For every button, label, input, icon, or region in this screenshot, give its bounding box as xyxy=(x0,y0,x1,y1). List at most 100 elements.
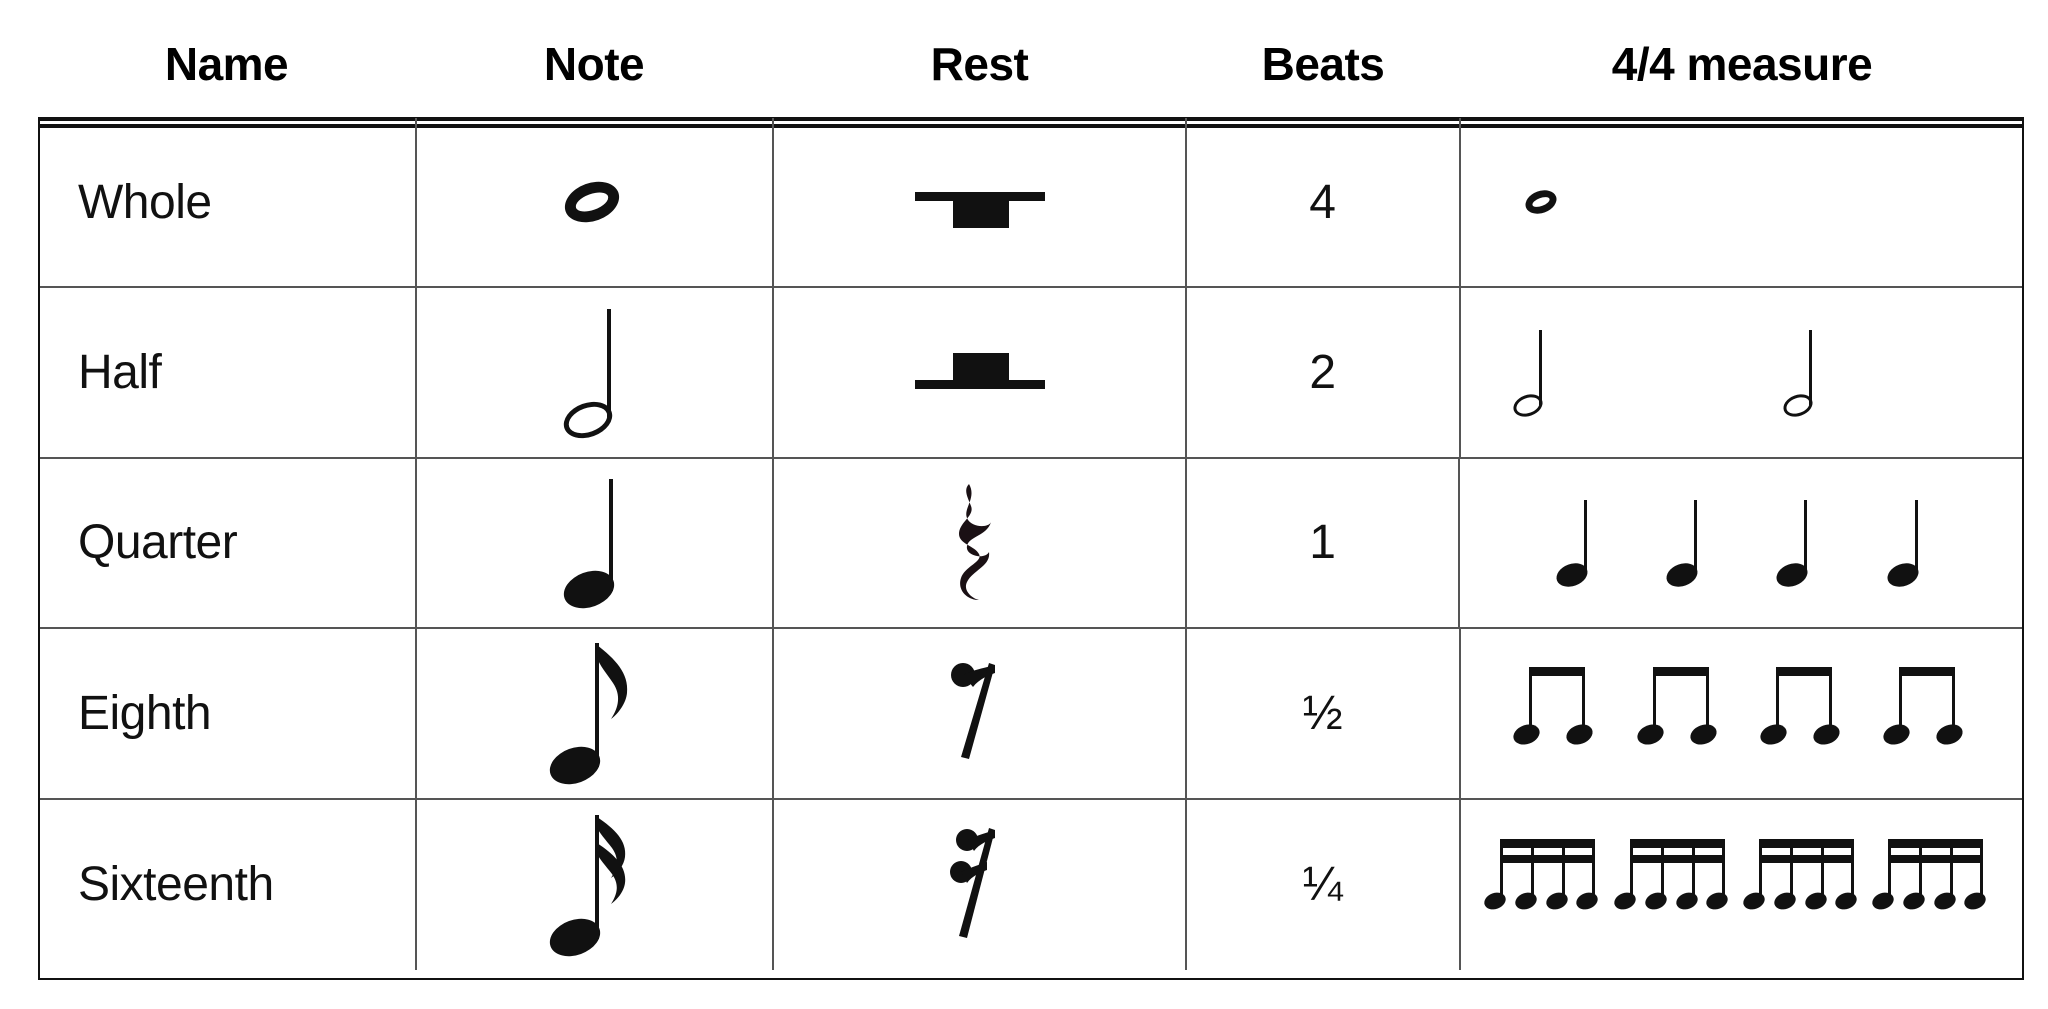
beamed-sixteenth-group xyxy=(1611,838,1732,931)
measure-quarter-note-icon xyxy=(1883,499,1927,591)
cell-note xyxy=(417,629,775,798)
note-stem xyxy=(1694,499,1698,574)
note-head xyxy=(1482,889,1509,913)
cell-note xyxy=(417,458,775,628)
note-stem xyxy=(1808,329,1812,405)
beamed-sixteenth-group xyxy=(1482,838,1602,931)
column-header-note: Note xyxy=(543,38,645,90)
cell-measure xyxy=(1461,800,2022,970)
note-head xyxy=(1574,889,1601,913)
note-head xyxy=(1962,889,1989,913)
cell-note xyxy=(417,118,775,287)
cell-beats: 4 xyxy=(1187,118,1461,287)
table-row: Quarter 1 xyxy=(40,458,2022,630)
cell-rest xyxy=(774,629,1187,798)
measure-half-note-icon xyxy=(1779,329,1823,421)
beats-value: 4 xyxy=(1309,175,1336,229)
beamed-eighth-pair xyxy=(1880,667,1966,759)
column-header-beats: Beats xyxy=(1261,38,1385,90)
whole-rest-icon xyxy=(914,174,1045,230)
cell-note xyxy=(417,799,775,970)
cell-measure xyxy=(1461,629,2022,797)
beats-value: 2 xyxy=(1309,346,1337,400)
cell-beats: 2 xyxy=(1187,288,1461,457)
note-head xyxy=(1521,186,1560,218)
beamed-eighth-pair xyxy=(1634,667,1719,759)
measure-quarter-note-icon xyxy=(1663,499,1706,591)
note-head xyxy=(1757,721,1790,749)
beam-primary xyxy=(1888,838,1984,848)
note-head xyxy=(1544,889,1571,913)
measure-quarter-note-icon xyxy=(1773,499,1816,591)
note-stem xyxy=(609,478,614,591)
table-body: Whole 4 Half 2 Quarter 1 Eighth ½ Sixtee… xyxy=(38,118,2024,980)
cell-name: Whole xyxy=(40,118,417,287)
cell-rest xyxy=(774,799,1187,970)
table-row: Whole 4 xyxy=(40,118,2022,289)
note-head xyxy=(1802,889,1830,913)
beats-value: 1 xyxy=(1309,516,1336,570)
beam-primary xyxy=(1500,838,1596,848)
note-stem xyxy=(1914,499,1918,574)
note-head xyxy=(1673,889,1700,913)
row-name-label: Sixteenth xyxy=(78,858,274,912)
cell-beats: 1 xyxy=(1187,458,1461,628)
sixteenth-rest-icon xyxy=(945,820,1015,950)
half-rest-icon xyxy=(914,345,1045,401)
sixteenth-note-icon xyxy=(545,814,639,963)
beamed-eighth-pair xyxy=(1757,667,1843,759)
note-head xyxy=(1901,889,1928,913)
beam xyxy=(1529,667,1586,677)
table-row: Sixteenth ¼ xyxy=(40,799,2022,970)
note-head xyxy=(1932,889,1959,913)
row-name-label: Eighth xyxy=(78,686,212,740)
beamed-eighth-pair xyxy=(1510,667,1596,759)
beam xyxy=(1652,667,1709,677)
note-head xyxy=(1642,889,1669,913)
table-header-row: Name Note Rest Beats 4/4 measure xyxy=(38,20,2024,108)
beam-primary xyxy=(1629,838,1725,848)
row-name-label: Half xyxy=(78,346,162,400)
cell-rest xyxy=(774,288,1187,457)
beam-secondary xyxy=(1758,854,1854,863)
note-head xyxy=(1563,721,1596,749)
beam-secondary xyxy=(1500,854,1596,863)
note-head xyxy=(1634,721,1666,749)
cell-rest xyxy=(774,458,1187,628)
cell-measure xyxy=(1461,288,2022,456)
note-flag xyxy=(597,645,628,720)
note-head xyxy=(1810,721,1843,749)
note-head xyxy=(1703,889,1730,913)
column-header-name: Name xyxy=(164,38,289,90)
note-head xyxy=(1933,721,1966,749)
column-header-measure: 4/4 measure xyxy=(1611,38,1873,90)
note-stem xyxy=(1583,499,1587,574)
half-note-icon xyxy=(559,308,625,445)
eighth-note-icon xyxy=(545,643,639,792)
beam-secondary xyxy=(1629,854,1725,863)
cell-name: Eighth xyxy=(40,629,417,798)
rest-block xyxy=(952,198,1009,229)
note-value-reference-table: Name Note Rest Beats 4/4 measure Whole 4… xyxy=(0,0,2048,1009)
note-stem xyxy=(1538,329,1542,405)
note-head xyxy=(1687,721,1719,749)
beamed-sixteenth-group xyxy=(1870,838,1990,931)
note-stem xyxy=(607,308,612,421)
note-head xyxy=(1870,889,1897,913)
whole-note-icon xyxy=(559,174,626,230)
note-head xyxy=(559,174,626,230)
beam xyxy=(1775,667,1832,677)
table-row: Half 2 xyxy=(40,288,2022,459)
cell-beats: ¼ xyxy=(1187,799,1461,970)
quarter-note-icon xyxy=(559,478,625,615)
row-name-label: Whole xyxy=(78,175,212,229)
beam xyxy=(1899,667,1956,677)
column-header-rest: Rest xyxy=(930,38,1029,90)
measure-quarter-note-icon xyxy=(1552,499,1596,591)
note-stem xyxy=(1804,499,1808,574)
cell-rest xyxy=(774,118,1187,287)
row-name-label: Quarter xyxy=(78,516,238,570)
note-head xyxy=(1611,889,1638,913)
beam-secondary xyxy=(1888,854,1984,863)
cell-note xyxy=(417,288,775,457)
